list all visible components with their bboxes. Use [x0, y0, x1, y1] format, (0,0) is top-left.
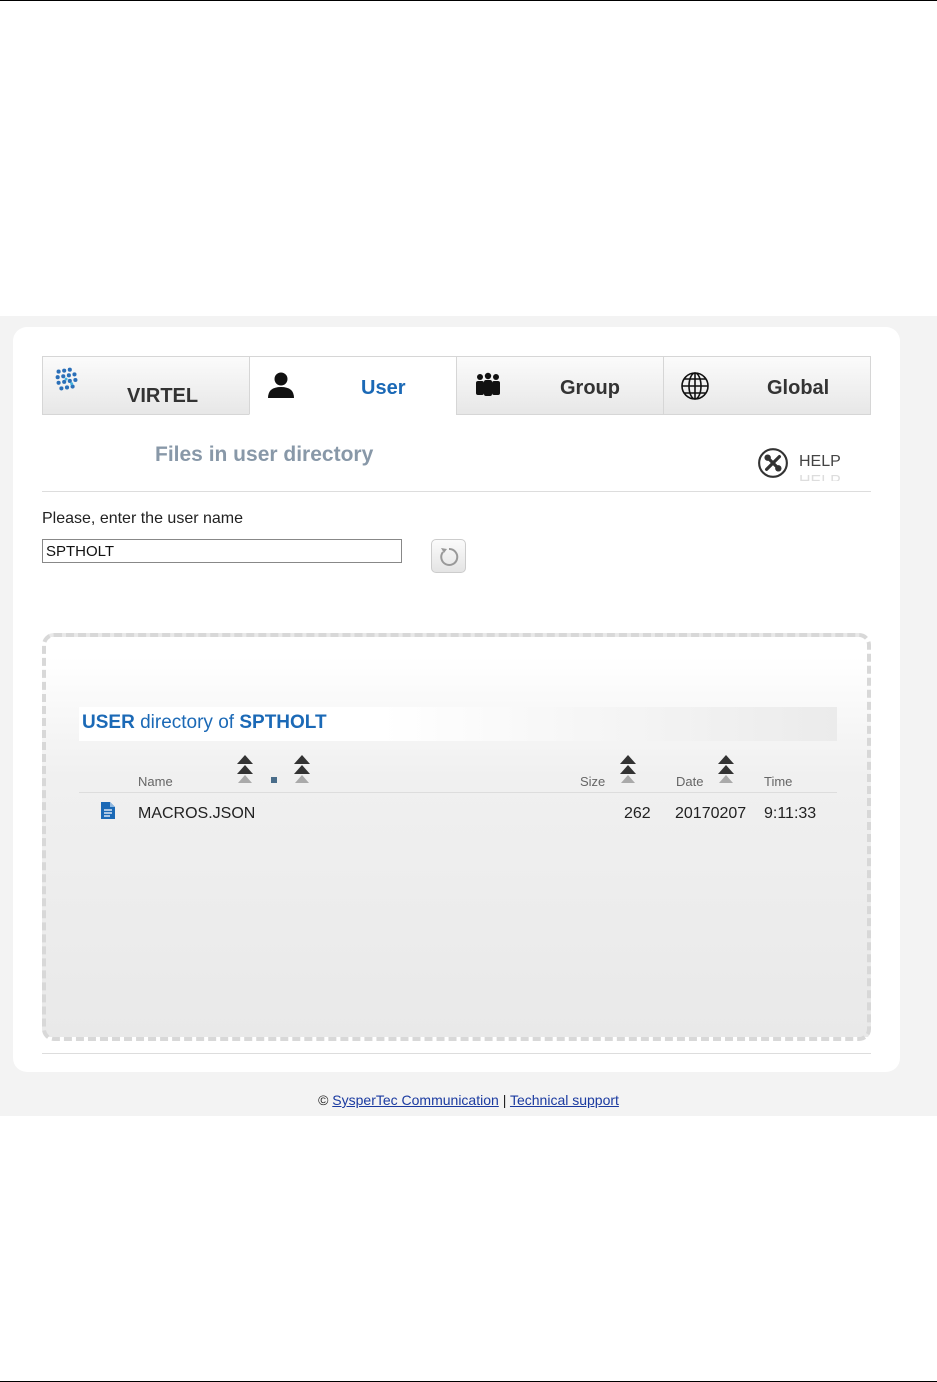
page-title: Files in user directory: [155, 443, 374, 466]
file-time: 9:11:33: [764, 805, 817, 822]
tab-virtel[interactable]: VIRTEL: [42, 356, 249, 415]
directory-header: USER directory of SPTHOLT: [79, 707, 837, 741]
copyright-symbol: ©: [318, 1092, 329, 1108]
header-divider: [42, 491, 871, 492]
panel-bottom-divider: [42, 1053, 871, 1054]
tab-group-label: Group: [560, 377, 620, 399]
refresh-button[interactable]: [431, 539, 466, 573]
tab-user[interactable]: User: [249, 356, 456, 415]
help-button[interactable]: HELP HELP: [757, 447, 857, 487]
directory-user: SPTHOLT: [239, 712, 327, 733]
file-size: 262: [624, 805, 651, 822]
column-header-date: Date: [676, 774, 704, 789]
tab-global[interactable]: Global: [663, 356, 871, 415]
file-date: 20170207: [675, 805, 747, 822]
directory-panel: USER directory of SPTHOLT Name Size Date…: [42, 633, 871, 1041]
column-header-size: Size: [580, 774, 606, 789]
tab-bar: VIRTEL User Group Global: [42, 356, 871, 415]
column-header-name: Name: [138, 774, 173, 789]
tools-icon: [758, 448, 788, 478]
user-name-label: Please, enter the user name: [42, 510, 244, 527]
sort-date-icon[interactable]: [716, 754, 736, 784]
footer-separator: |: [502, 1092, 507, 1108]
virtel-logo-icon: [55, 367, 78, 391]
directory-type: USER: [82, 712, 135, 733]
help-reflection: HELP: [799, 473, 841, 481]
sort-extension-icon[interactable]: [292, 754, 312, 784]
file-icon: [101, 802, 115, 819]
tab-virtel-label: VIRTEL: [127, 385, 199, 407]
sort-separator-dot: [271, 777, 277, 783]
footer: © SysperTec Communication | Technical su…: [0, 1092, 937, 1108]
main-panel: VIRTEL User Group Global Files in user d…: [13, 327, 900, 1072]
tab-global-label: Global: [767, 377, 830, 399]
sort-name-icon[interactable]: [235, 754, 255, 784]
refresh-icon: [440, 547, 459, 566]
page-top-rule: [0, 0, 937, 1]
directory-title-middle: directory of: [134, 712, 240, 733]
directory-title: USER directory of SPTHOLT: [82, 712, 327, 734]
table-row[interactable]: MACROS.JSON 262 20170207 9:11:33: [79, 797, 837, 825]
tab-user-label: User: [361, 377, 406, 399]
technical-support-link[interactable]: Technical support: [510, 1092, 619, 1108]
table-header-divider: [79, 792, 837, 793]
user-name-input[interactable]: [42, 539, 402, 563]
virtel-screen: VIRTEL User Group Global Files in user d…: [0, 316, 937, 1116]
user-icon: [268, 372, 294, 398]
column-header-time: Time: [764, 774, 793, 789]
tab-group[interactable]: Group: [456, 356, 663, 415]
file-name: MACROS.JSON: [138, 805, 256, 822]
group-icon: [476, 372, 500, 396]
company-link[interactable]: SysperTec Communication: [332, 1092, 499, 1108]
globe-icon: [681, 372, 709, 400]
help-label: HELP: [799, 453, 841, 470]
sort-size-icon[interactable]: [618, 754, 638, 784]
